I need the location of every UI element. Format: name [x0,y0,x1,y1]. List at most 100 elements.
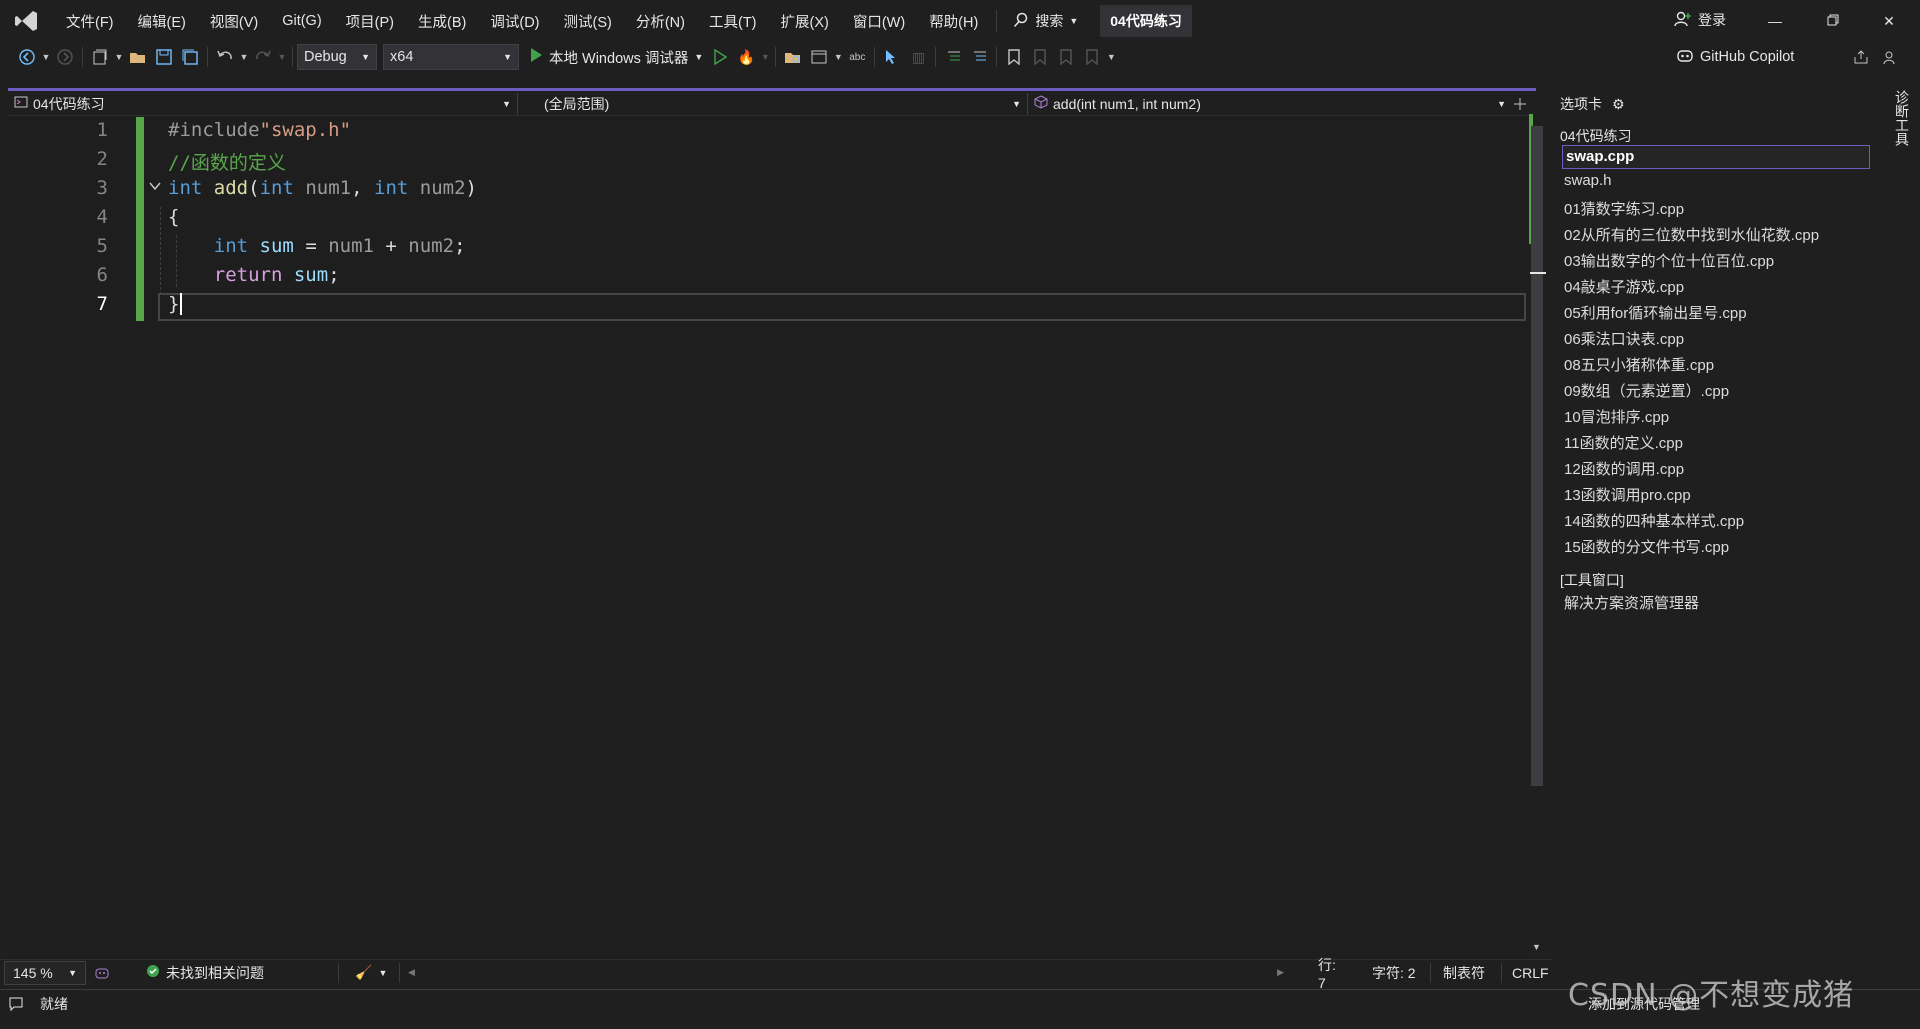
chevron-down-icon[interactable]: ▼ [113,44,125,70]
tab-item-active[interactable]: swap.cpp [1562,145,1870,169]
tab-item[interactable]: 11函数的定义.cpp [1564,432,1683,453]
chevron-down-icon[interactable]: ▼ [40,44,52,70]
line-number: 2 [96,148,108,170]
save-icon[interactable] [151,44,177,70]
hot-reload-icon[interactable]: 🔥 [733,44,759,70]
zoom-select[interactable]: 145 % ▼ [4,960,86,985]
tab-item[interactable]: 13函数调用pro.cpp [1564,484,1691,505]
tab-item[interactable]: 03输出数字的个位十位百位.cpp [1564,250,1774,271]
tab-item[interactable]: 01猜数字练习.cpp [1564,198,1684,219]
configuration-select[interactable]: Debug ▼ [297,44,377,70]
restore-button[interactable] [1810,6,1856,36]
scroll-right-icon[interactable]: ▶ [1269,961,1292,985]
minimize-icon: — [1768,13,1782,29]
redo-icon[interactable] [250,44,276,70]
share-icon[interactable] [1848,44,1874,70]
menu-view[interactable]: 视图(V) [198,6,270,36]
gear-icon[interactable]: ⚙ [1612,96,1625,113]
tab-item[interactable]: 05利用for循环输出星号.cpp [1564,302,1747,323]
tab-item[interactable]: swap.h [1564,172,1612,189]
toolbar-overflow-icon[interactable]: ▼ [1105,44,1117,70]
previous-bookmark-icon[interactable] [1027,44,1053,70]
minimize-button[interactable]: — [1752,6,1798,36]
chevron-down-icon[interactable]: ▼ [276,44,288,70]
menu-divider [996,10,998,32]
line-indicator[interactable]: 行: 7 [1292,957,1352,991]
member-dropdown[interactable]: add(int num1, int num2) ▼ [1028,93,1512,115]
platform-select[interactable]: x64 ▼ [383,44,519,70]
platform-value: x64 [390,49,414,65]
undo-icon[interactable] [212,44,238,70]
menu-tools[interactable]: 工具(T) [697,6,769,36]
menu-test[interactable]: 测试(S) [552,6,624,36]
line-ending-indicator[interactable]: CRLF [1502,961,1552,985]
scope-dropdown[interactable]: (全局范围) ▼ [518,92,1028,115]
fold-collapse-icon[interactable] [148,179,162,196]
menu-file[interactable]: 文件(F) [54,6,126,36]
menu-build[interactable]: 生成(B) [406,6,478,36]
new-project-icon[interactable] [87,44,113,70]
login-label: 登录 [1698,12,1726,28]
menu-debug[interactable]: 调试(D) [478,6,551,36]
column-indicator[interactable]: 字符: 2 [1352,961,1430,985]
menu-git[interactable]: Git(G) [270,6,333,36]
menu-extensions[interactable]: 扩展(X) [769,6,841,36]
open-folder-icon[interactable] [125,44,151,70]
start-debugging-button[interactable]: 本地 Windows 调试器 ▼ [525,44,707,70]
menu-analyze[interactable]: 分析(N) [624,6,697,36]
code-editor[interactable]: 1 2 3 4 5 6 7 #include"swap.h" //函数的定义 i… [8,117,1528,959]
tab-item[interactable]: 14函数的四种基本样式.cpp [1564,510,1744,531]
editor-vertical-scrollbar[interactable]: ▼ [1528,92,1546,959]
menu-window[interactable]: 窗口(W) [841,6,917,36]
tab-item[interactable]: 06乘法口诀表.cpp [1564,328,1684,349]
issues-indicator[interactable]: 未找到相关问题 [118,961,338,985]
spell-check-icon[interactable]: abc [844,44,870,70]
scroll-down-icon[interactable]: ▼ [1532,942,1541,952]
tabs-indicator[interactable]: 制表符 [1431,961,1501,985]
chevron-down-icon[interactable]: ▼ [238,44,250,70]
github-copilot-button[interactable]: GitHub Copilot [1676,44,1794,70]
project-dropdown[interactable]: 04代码练习 ▼ [8,92,518,115]
tool-window-item[interactable]: 解决方案资源管理器 [1564,592,1699,613]
navigate-forward-icon[interactable] [52,44,78,70]
menu-help[interactable]: 帮助(H) [917,6,990,36]
window-layout-icon[interactable] [806,44,832,70]
browse-icon[interactable] [780,44,806,70]
line-number: 3 [96,177,108,199]
configuration-value: Debug [304,49,347,65]
close-button[interactable]: ✕ [1866,6,1912,36]
comment-lines-icon[interactable] [940,44,966,70]
tab-item[interactable]: 12函数的调用.cpp [1564,458,1684,479]
tab-item[interactable]: 04敲桌子游戏.cpp [1564,276,1684,297]
scrollbar-thumb[interactable] [1531,126,1543,786]
bookmark-icon[interactable] [1001,44,1027,70]
login-button[interactable]: 登录 [1668,6,1732,34]
search-label: 搜索 [1035,13,1064,29]
menu-edit[interactable]: 编辑(E) [126,6,198,36]
menu-project[interactable]: 项目(P) [334,6,406,36]
search-button[interactable]: 搜索 ▼ [1003,6,1088,36]
diagnostic-tools-tab[interactable]: 诊断工具 [1890,90,1912,146]
tab-item[interactable]: 15函数的分文件书写.cpp [1564,536,1729,557]
navigate-back-icon[interactable] [14,44,40,70]
output-icon[interactable] [0,992,32,1016]
panel-title: 选项卡 [1560,96,1602,112]
copilot-status-icon[interactable] [86,961,118,985]
code-cleanup-button[interactable]: 🧹 ▼ [339,961,399,985]
tab-item[interactable]: 02从所有的三位数中找到水仙花数.cpp [1564,224,1819,245]
tab-item[interactable]: 08五只小猪称体重.cpp [1564,354,1714,375]
scroll-left-icon[interactable]: ◀ [400,961,423,985]
select-cursor-icon[interactable] [879,44,905,70]
chevron-down-icon[interactable]: ▼ [759,44,771,70]
tab-item[interactable]: 10冒泡排序.cpp [1564,406,1669,427]
feedback-icon[interactable] [1878,44,1904,70]
next-bookmark-icon[interactable] [1053,44,1079,70]
uncomment-lines-icon[interactable] [966,44,992,70]
clear-bookmarks-icon[interactable] [1079,44,1105,70]
save-all-icon[interactable] [177,44,203,70]
chevron-down-icon[interactable]: ▼ [832,44,844,70]
tab-item[interactable]: 09数组（元素逆置）.cpp [1564,380,1729,401]
split-editor-icon[interactable] [1512,91,1528,117]
device-icon[interactable]: ▥ [905,44,931,70]
start-without-debugging-icon[interactable] [707,44,733,70]
